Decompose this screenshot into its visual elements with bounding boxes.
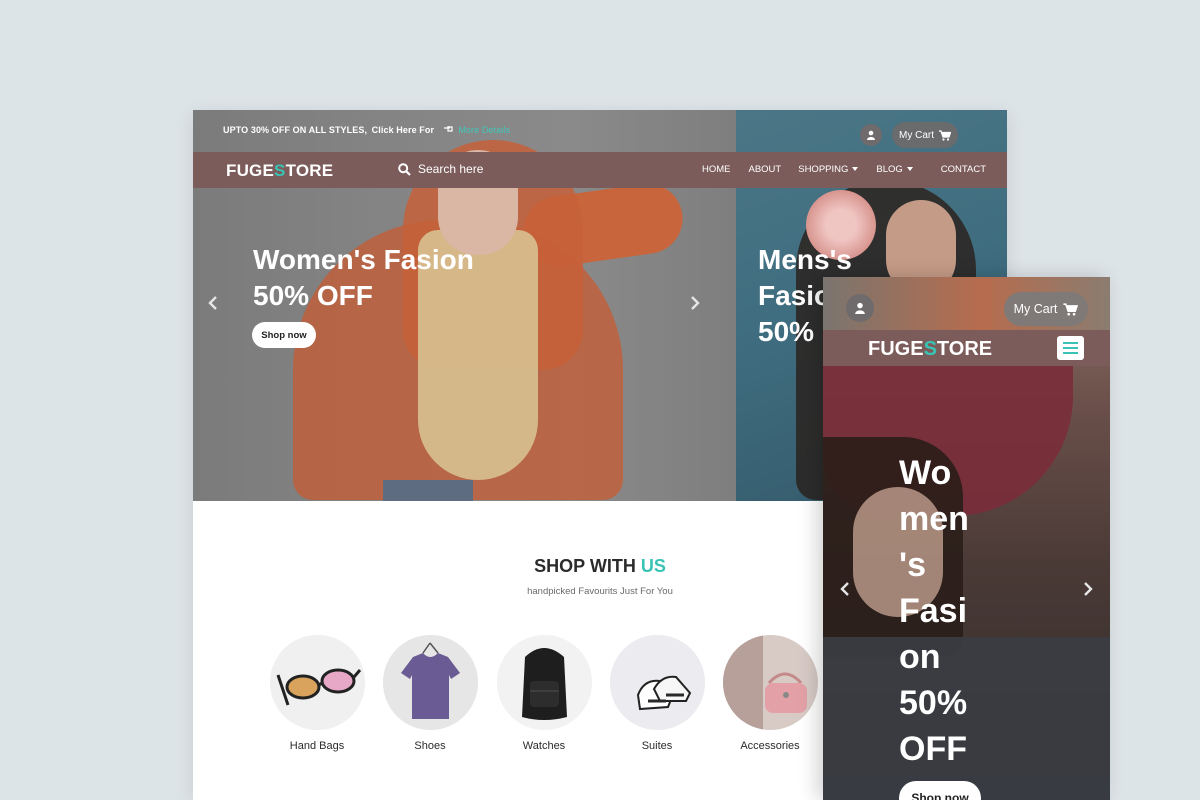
- category-image: [722, 635, 818, 730]
- shop-title-text: SHOP WITH: [534, 556, 641, 576]
- search-icon: [398, 162, 411, 176]
- logo-accent: S: [274, 161, 286, 180]
- logo-part2: TORE: [285, 161, 334, 180]
- handbag-icon: [722, 635, 818, 730]
- cart-icon: [1063, 302, 1079, 316]
- menu-bar: [1063, 352, 1078, 354]
- promo-click-here: Click Here For: [371, 125, 435, 135]
- chevron-left-icon[interactable]: [840, 580, 850, 601]
- backpack-icon: [496, 635, 592, 730]
- category-watches[interactable]: Watches: [496, 635, 592, 752]
- hero-model-jeans: [383, 480, 473, 501]
- mobile-logo-accent: S: [923, 338, 937, 360]
- category-shoes[interactable]: Shoes: [382, 635, 478, 752]
- main-navbar: FUGESTORE Search here HOME ABOUT SHOPPIN…: [193, 152, 1007, 188]
- search-box[interactable]: Search here: [398, 162, 483, 176]
- user-icon: [867, 130, 875, 140]
- tshirt-icon: [382, 635, 478, 730]
- mobile-preview: My Cart FUGESTORE Wo men 's Fasi on 50% …: [823, 277, 1110, 800]
- hero-title-women: Women's Fasion 50% OFF: [253, 242, 474, 314]
- hand-pointer-icon: [443, 125, 457, 135]
- mobile-navbar: FUGESTORE: [823, 330, 1110, 366]
- user-account-button[interactable]: [860, 124, 882, 146]
- chevron-left-icon[interactable]: [208, 296, 218, 315]
- mobile-logo-part1: FUGE: [868, 338, 924, 360]
- caret-down-icon: [906, 167, 913, 172]
- mobile-cart-button[interactable]: My Cart: [1004, 292, 1088, 326]
- category-accessories[interactable]: Accessories: [722, 635, 818, 752]
- mobile-shop-now-button[interactable]: Shop now: [899, 781, 981, 800]
- category-image: [609, 635, 705, 730]
- site-logo[interactable]: FUGESTORE: [226, 161, 333, 181]
- category-image: [382, 635, 478, 730]
- sneakers-icon: [609, 635, 705, 730]
- nav-about[interactable]: ABOUT: [749, 164, 782, 175]
- mobile-user-button[interactable]: [846, 294, 874, 322]
- nav-home[interactable]: HOME: [702, 164, 731, 175]
- chevron-right-icon[interactable]: [690, 296, 700, 315]
- sunglasses-icon: [269, 635, 365, 730]
- my-cart-button[interactable]: My Cart: [892, 122, 958, 148]
- category-label: Hand Bags: [289, 740, 345, 752]
- category-image: [269, 635, 365, 730]
- shop-now-button[interactable]: Shop now: [252, 322, 316, 348]
- category-suites[interactable]: Suites: [609, 635, 705, 752]
- hero-title-line2: 50% OFF: [253, 280, 373, 311]
- menu-bar: [1063, 347, 1078, 349]
- mobile-topbar: My Cart: [823, 277, 1110, 330]
- category-hand-bags[interactable]: Hand Bags: [269, 635, 365, 752]
- caret-down-icon: [852, 167, 859, 172]
- category-label: Watches: [522, 740, 566, 752]
- hero-title-line1: Women's Fasion: [253, 244, 474, 275]
- menu-bar: [1063, 342, 1078, 344]
- user-icon: [855, 302, 865, 314]
- nav-links: HOME ABOUT SHOPPING BLOG CONTACT: [702, 164, 986, 175]
- mobile-hero-title: Wo men 's Fasi on 50% OFF: [899, 454, 969, 768]
- promo-topbar: UPTO 30% OFF ON ALL STYLES, Click Here F…: [193, 110, 1007, 152]
- nav-shopping-label: SHOPPING: [798, 164, 849, 175]
- cart-label: My Cart: [899, 129, 934, 141]
- logo-part1: FUGE: [226, 161, 275, 180]
- more-details-link[interactable]: More Details: [458, 125, 510, 135]
- nav-blog-label: BLOG: [876, 164, 903, 175]
- cart-icon: [939, 129, 951, 141]
- mobile-logo-part2: TORE: [936, 338, 993, 360]
- category-label: Shoes: [414, 740, 446, 752]
- search-placeholder: Search here: [418, 162, 484, 176]
- nav-blog[interactable]: BLOG: [876, 164, 913, 175]
- category-image: [496, 635, 592, 730]
- mobile-site-logo[interactable]: FUGESTORE: [868, 338, 992, 361]
- shop-title-accent: US: [640, 556, 666, 576]
- category-label: Suites: [641, 740, 673, 752]
- chevron-right-icon[interactable]: [1083, 580, 1093, 601]
- nav-shopping[interactable]: SHOPPING: [798, 164, 859, 175]
- hamburger-menu-icon[interactable]: [1057, 336, 1084, 360]
- category-label: Accessories: [740, 740, 800, 752]
- nav-contact[interactable]: CONTACT: [941, 164, 986, 175]
- promo-offer: UPTO 30% OFF ON ALL STYLES,: [223, 125, 368, 135]
- hero2-title-line1: Mens's: [758, 244, 852, 275]
- promo-text: UPTO 30% OFF ON ALL STYLES, Click Here F…: [223, 124, 510, 135]
- mobile-cart-label: My Cart: [1013, 302, 1058, 316]
